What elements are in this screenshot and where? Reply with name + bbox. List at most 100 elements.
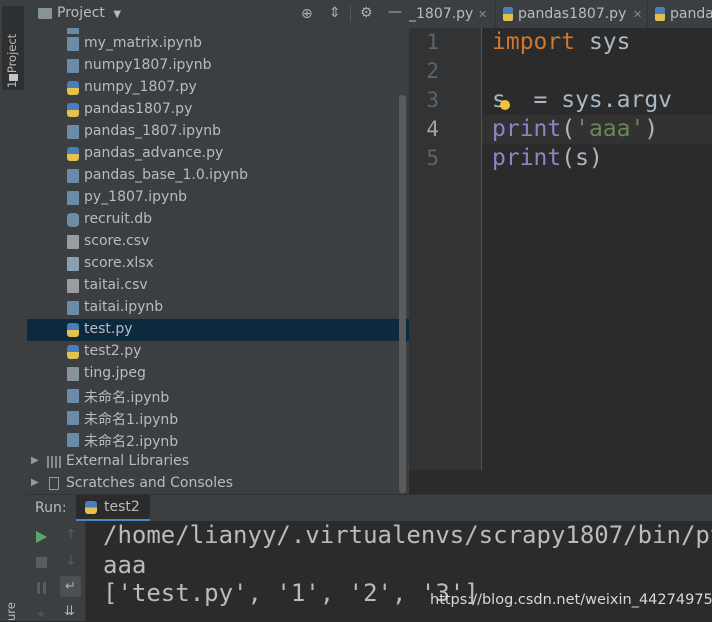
tree-item-label: recruit.db: [84, 211, 152, 227]
project-scrollbar[interactable]: [399, 95, 406, 493]
tree-item-file[interactable]: pandas_advance.py: [27, 143, 409, 165]
arrow-up-icon[interactable]: ↑: [65, 527, 77, 543]
ipynb-file-icon: [67, 169, 79, 183]
tree-item-label: py_1807.ipynb: [84, 189, 188, 205]
console-line: ['test.py', '1', '2', '3']: [103, 579, 479, 607]
tree-item-file[interactable]: py_1807.ipynb: [27, 187, 409, 209]
tree-item-label: taitai.csv: [84, 277, 148, 293]
image-file-icon: [67, 367, 79, 381]
project-tool-button[interactable]: 1: Project: [2, 6, 24, 90]
project-panel-header: Project ▼ ⊕ ⇕ ⚙ —: [27, 0, 409, 29]
tree-item-label: numpy1807.ipynb: [84, 57, 212, 73]
arrow-down-icon[interactable]: ↓: [65, 553, 77, 569]
line-number: 4: [426, 117, 439, 141]
tree-item-label: pandas_base_1.0.ipynb: [84, 167, 249, 183]
tree-item-file[interactable]: pandas_base_1.0.ipynb: [27, 165, 409, 187]
tree-item-file[interactable]: pandas1807.py: [27, 99, 409, 121]
code-line-3[interactable]: s = sys.argv: [492, 87, 672, 113]
tree-item-scratches[interactable]: ▶ Scratches and Consoles: [27, 473, 409, 494]
project-title: Project: [57, 5, 105, 21]
line-number: 2: [426, 59, 439, 83]
code-token: (s): [561, 145, 603, 171]
run-toolbar: ⌖: [27, 521, 57, 622]
tree-item-label: test.py: [84, 321, 133, 337]
tree-item-file[interactable]: taitai.csv: [27, 275, 409, 297]
unknown-file-icon: [67, 257, 79, 271]
ipynb-file-icon: [67, 411, 79, 425]
tree-item-file[interactable]: pandas_1807.ipynb: [27, 121, 409, 143]
text-file-icon: [67, 235, 79, 249]
close-icon[interactable]: ✕: [633, 8, 642, 21]
divider: [350, 6, 351, 22]
library-icon: [47, 456, 61, 468]
tree-item-label: score.xlsx: [84, 255, 154, 271]
code-line-1[interactable]: import sys: [492, 29, 630, 55]
tree-item-file[interactable]: numpy1807.ipynb: [27, 55, 409, 77]
line-number-gutter: 1 2 3 4 5: [409, 28, 482, 470]
tree-item-label: my_matrix.ipynb: [84, 35, 202, 51]
pause-icon[interactable]: [37, 582, 40, 594]
line-number: 1: [426, 30, 439, 54]
close-icon[interactable]: ✕: [478, 8, 487, 21]
expand-arrow-icon[interactable]: ▶: [31, 477, 39, 488]
tree-item-file[interactable]: score.csv: [27, 231, 409, 253]
tree-item-file[interactable]: my_matrix.ipynb: [27, 33, 409, 55]
tree-item-label: pandas_advance.py: [84, 145, 224, 161]
tree-item-file[interactable]: taitai.ipynb: [27, 297, 409, 319]
tab-label: _1807.py: [409, 6, 474, 22]
ipynb-file-icon: [67, 433, 79, 447]
console-line: /home/lianyy/.virtualenvs/scrapy1807/bin…: [103, 521, 712, 549]
tree-item-file[interactable]: 未命名1.ipynb: [27, 407, 409, 429]
run-config-tab[interactable]: test2: [76, 495, 150, 521]
code-line-5[interactable]: print(s): [492, 145, 603, 171]
editor-tab[interactable]: pandas1807.py ✕: [495, 0, 648, 28]
ipynb-file-icon: [67, 59, 79, 73]
tree-item-file[interactable]: numpy_1807.py: [27, 77, 409, 99]
project-tree: my_matrix.ipynb numpy1807.ipynb numpy_1807…: [27, 28, 409, 494]
text-file-icon: [67, 279, 79, 293]
tab-label: pandas1807.py: [518, 6, 627, 22]
scroll-to-end-icon[interactable]: ⇊: [64, 604, 75, 619]
stop-icon[interactable]: [36, 557, 47, 568]
python-file-icon: [503, 7, 513, 21]
gear-icon[interactable]: ⚙: [360, 5, 373, 21]
tree-item-label: pandas_1807.ipynb: [84, 123, 221, 139]
hide-panel-icon[interactable]: —: [388, 4, 402, 20]
run-config-name: test2: [104, 499, 140, 515]
folder-icon: [38, 8, 52, 19]
tree-item-external-libraries[interactable]: ▶ External Libraries: [27, 451, 409, 473]
collapse-all-icon[interactable]: ⇕: [329, 5, 341, 21]
python-file-icon: [67, 345, 79, 359]
editor-tab[interactable]: panda: [647, 0, 712, 28]
locate-icon[interactable]: ⊕: [301, 6, 313, 22]
soft-wrap-icon[interactable]: ↵: [60, 576, 81, 597]
string-token: 'aaa': [575, 116, 645, 142]
tree-item-label: taitai.ipynb: [84, 299, 164, 315]
ipynb-file-icon: [67, 191, 79, 205]
tree-item-label: 未命名1.ipynb: [84, 412, 179, 428]
lightbulb-icon[interactable]: [500, 100, 510, 110]
editor-tab[interactable]: _1807.py ✕: [409, 0, 495, 28]
run-icon[interactable]: [36, 531, 47, 543]
database-file-icon: [67, 213, 79, 227]
tree-item-file[interactable]: 未命名2.ipynb: [27, 429, 409, 451]
tree-item-label: pandas1807.py: [84, 101, 193, 117]
code-line-4[interactable]: print('aaa'): [492, 116, 658, 142]
tree-item-file[interactable]: ting.jpeg: [27, 363, 409, 385]
project-view-selector[interactable]: Project ▼: [57, 5, 121, 21]
line-number: 3: [426, 88, 439, 112]
builtin-token: print: [492, 116, 562, 142]
editor-tabs: _1807.py ✕ pandas1807.py ✕ panda: [409, 0, 712, 29]
expand-arrow-icon[interactable]: ▶: [31, 455, 39, 466]
watermark-text: https://blog.csdn.net/weixin_44274975: [430, 592, 712, 608]
tree-item-file[interactable]: test2.py: [27, 341, 409, 363]
line-number: 5: [426, 146, 439, 170]
structure-tool-button[interactable]: ure: [4, 602, 18, 621]
left-tool-strip: 1: Project ure: [0, 0, 28, 621]
tree-item-file[interactable]: test.py: [27, 319, 409, 341]
console-line: aaa: [103, 551, 147, 579]
pin-icon[interactable]: ⌖: [37, 607, 44, 622]
tree-item-file[interactable]: recruit.db: [27, 209, 409, 231]
tree-item-file[interactable]: score.xlsx: [27, 253, 409, 275]
tree-item-file[interactable]: 未命名.ipynb: [27, 385, 409, 407]
